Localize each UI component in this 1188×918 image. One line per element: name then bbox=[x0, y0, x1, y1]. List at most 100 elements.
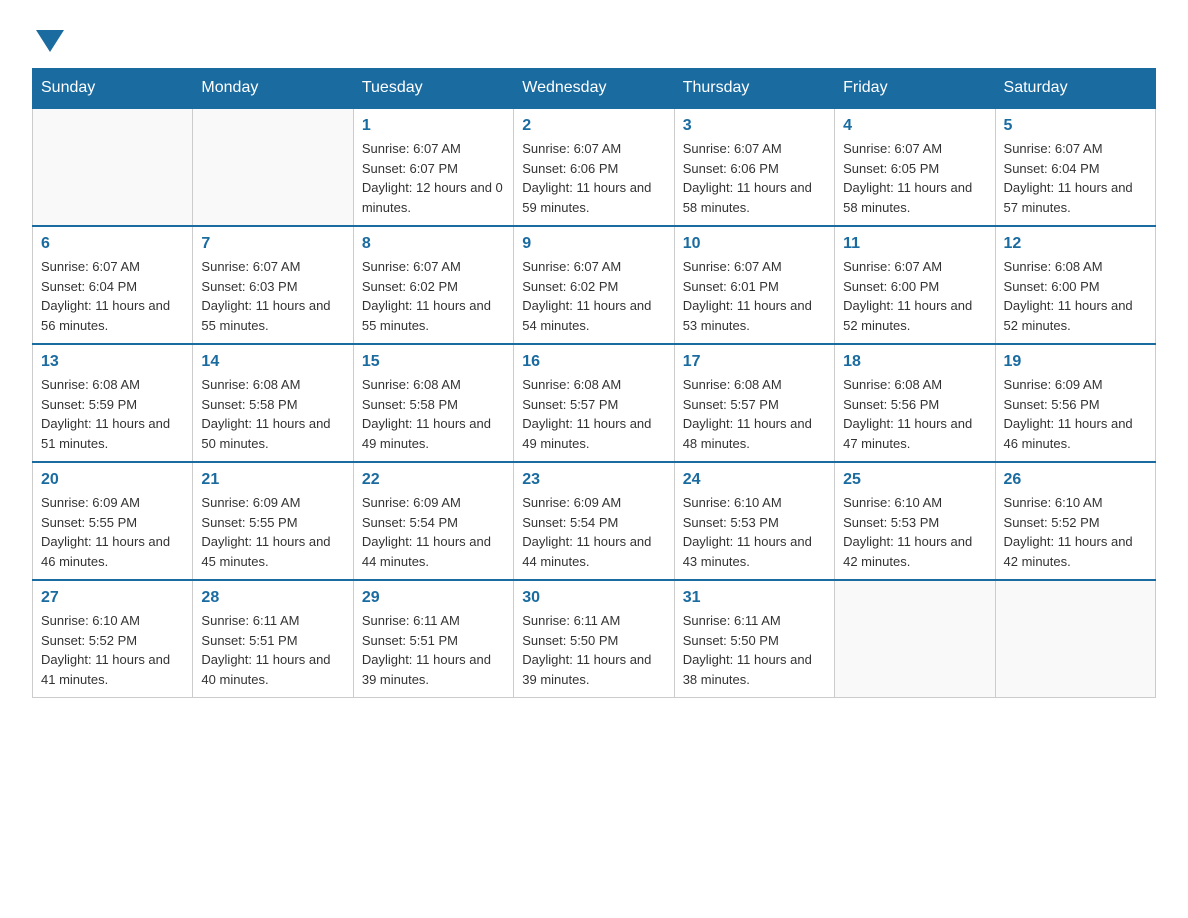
calendar-cell: 22 Sunrise: 6:09 AMSunset: 5:54 PMDayligh… bbox=[353, 462, 513, 580]
day-info: Sunrise: 6:08 AMSunset: 5:58 PMDaylight:… bbox=[201, 375, 344, 453]
day-number: 8 bbox=[362, 235, 505, 253]
day-number: 24 bbox=[683, 471, 826, 489]
calendar-cell bbox=[193, 108, 353, 226]
day-info: Sunrise: 6:07 AMSunset: 6:03 PMDaylight:… bbox=[201, 257, 344, 335]
day-info: Sunrise: 6:09 AMSunset: 5:54 PMDaylight:… bbox=[362, 493, 505, 571]
day-number: 21 bbox=[201, 471, 344, 489]
day-info: Sunrise: 6:10 AMSunset: 5:53 PMDaylight:… bbox=[683, 493, 826, 571]
day-info: Sunrise: 6:08 AMSunset: 5:58 PMDaylight:… bbox=[362, 375, 505, 453]
day-number: 28 bbox=[201, 589, 344, 607]
day-number: 22 bbox=[362, 471, 505, 489]
day-number: 31 bbox=[683, 589, 826, 607]
day-info: Sunrise: 6:11 AMSunset: 5:50 PMDaylight:… bbox=[522, 611, 665, 689]
day-number: 30 bbox=[522, 589, 665, 607]
day-number: 15 bbox=[362, 353, 505, 371]
calendar-day-header: Sunday bbox=[33, 69, 193, 109]
day-info: Sunrise: 6:08 AMSunset: 5:56 PMDaylight:… bbox=[843, 375, 986, 453]
day-info: Sunrise: 6:08 AMSunset: 6:00 PMDaylight:… bbox=[1004, 257, 1147, 335]
day-number: 19 bbox=[1004, 353, 1147, 371]
calendar-cell: 17 Sunrise: 6:08 AMSunset: 5:57 PMDayligh… bbox=[674, 344, 834, 462]
calendar-cell: 13 Sunrise: 6:08 AMSunset: 5:59 PMDayligh… bbox=[33, 344, 193, 462]
day-number: 26 bbox=[1004, 471, 1147, 489]
day-info: Sunrise: 6:09 AMSunset: 5:55 PMDaylight:… bbox=[41, 493, 184, 571]
calendar-cell bbox=[995, 580, 1155, 698]
week-row: 27 Sunrise: 6:10 AMSunset: 5:52 PMDayligh… bbox=[33, 580, 1156, 698]
day-number: 11 bbox=[843, 235, 986, 253]
calendar-cell: 19 Sunrise: 6:09 AMSunset: 5:56 PMDayligh… bbox=[995, 344, 1155, 462]
calendar-cell: 29 Sunrise: 6:11 AMSunset: 5:51 PMDayligh… bbox=[353, 580, 513, 698]
day-info: Sunrise: 6:07 AMSunset: 6:06 PMDaylight:… bbox=[522, 139, 665, 217]
day-info: Sunrise: 6:07 AMSunset: 6:02 PMDaylight:… bbox=[362, 257, 505, 335]
logo-arrow-icon bbox=[36, 30, 64, 52]
day-number: 2 bbox=[522, 117, 665, 135]
calendar-cell: 12 Sunrise: 6:08 AMSunset: 6:00 PMDayligh… bbox=[995, 226, 1155, 344]
day-info: Sunrise: 6:10 AMSunset: 5:52 PMDaylight:… bbox=[1004, 493, 1147, 571]
calendar-cell bbox=[835, 580, 995, 698]
calendar-cell: 3 Sunrise: 6:07 AMSunset: 6:06 PMDaylight… bbox=[674, 108, 834, 226]
day-info: Sunrise: 6:07 AMSunset: 6:05 PMDaylight:… bbox=[843, 139, 986, 217]
calendar-cell: 27 Sunrise: 6:10 AMSunset: 5:52 PMDayligh… bbox=[33, 580, 193, 698]
calendar-cell: 18 Sunrise: 6:08 AMSunset: 5:56 PMDayligh… bbox=[835, 344, 995, 462]
day-number: 25 bbox=[843, 471, 986, 489]
calendar-cell: 6Sunrise: 6:07 AMSunset: 6:04 PMDaylight… bbox=[33, 226, 193, 344]
day-number: 12 bbox=[1004, 235, 1147, 253]
day-info: Sunrise: 6:08 AMSunset: 5:57 PMDaylight:… bbox=[683, 375, 826, 453]
calendar-cell: 1 Sunrise: 6:07 AMSunset: 6:07 PMDaylight… bbox=[353, 108, 513, 226]
calendar-cell: 4 Sunrise: 6:07 AMSunset: 6:05 PMDaylight… bbox=[835, 108, 995, 226]
day-number: 18 bbox=[843, 353, 986, 371]
calendar-day-header: Thursday bbox=[674, 69, 834, 109]
day-number: 29 bbox=[362, 589, 505, 607]
day-info: Sunrise: 6:07 AMSunset: 6:04 PMDaylight:… bbox=[1004, 139, 1147, 217]
day-number: 9 bbox=[522, 235, 665, 253]
calendar-cell: 11 Sunrise: 6:07 AMSunset: 6:00 PMDayligh… bbox=[835, 226, 995, 344]
calendar-header-row: SundayMondayTuesdayWednesdayThursdayFrid… bbox=[33, 69, 1156, 109]
day-number: 7 bbox=[201, 235, 344, 253]
week-row: 13 Sunrise: 6:08 AMSunset: 5:59 PMDayligh… bbox=[33, 344, 1156, 462]
calendar-cell: 7 Sunrise: 6:07 AMSunset: 6:03 PMDaylight… bbox=[193, 226, 353, 344]
logo bbox=[32, 24, 64, 52]
day-info: Sunrise: 6:11 AMSunset: 5:51 PMDaylight:… bbox=[201, 611, 344, 689]
day-number: 3 bbox=[683, 117, 826, 135]
day-number: 13 bbox=[41, 353, 184, 371]
day-number: 14 bbox=[201, 353, 344, 371]
calendar-cell: 15 Sunrise: 6:08 AMSunset: 5:58 PMDayligh… bbox=[353, 344, 513, 462]
day-info: Sunrise: 6:11 AMSunset: 5:51 PMDaylight:… bbox=[362, 611, 505, 689]
calendar-cell: 24 Sunrise: 6:10 AMSunset: 5:53 PMDayligh… bbox=[674, 462, 834, 580]
week-row: 1 Sunrise: 6:07 AMSunset: 6:07 PMDaylight… bbox=[33, 108, 1156, 226]
calendar-cell: 2 Sunrise: 6:07 AMSunset: 6:06 PMDaylight… bbox=[514, 108, 674, 226]
calendar-day-header: Tuesday bbox=[353, 69, 513, 109]
day-info: Sunrise: 6:10 AMSunset: 5:52 PMDaylight:… bbox=[41, 611, 184, 689]
day-info: Sunrise: 6:11 AMSunset: 5:50 PMDaylight:… bbox=[683, 611, 826, 689]
week-row: 20 Sunrise: 6:09 AMSunset: 5:55 PMDayligh… bbox=[33, 462, 1156, 580]
calendar-cell: 25Sunrise: 6:10 AMSunset: 5:53 PMDayligh… bbox=[835, 462, 995, 580]
calendar-cell: 14 Sunrise: 6:08 AMSunset: 5:58 PMDayligh… bbox=[193, 344, 353, 462]
calendar-cell: 9 Sunrise: 6:07 AMSunset: 6:02 PMDaylight… bbox=[514, 226, 674, 344]
day-info: Sunrise: 6:07 AMSunset: 6:07 PMDaylight:… bbox=[362, 139, 505, 217]
day-info: Sunrise: 6:07 AMSunset: 6:02 PMDaylight:… bbox=[522, 257, 665, 335]
calendar-cell: 21 Sunrise: 6:09 AMSunset: 5:55 PMDayligh… bbox=[193, 462, 353, 580]
day-number: 17 bbox=[683, 353, 826, 371]
day-info: Sunrise: 6:07 AMSunset: 6:01 PMDaylight:… bbox=[683, 257, 826, 335]
day-info: Sunrise: 6:08 AMSunset: 5:59 PMDaylight:… bbox=[41, 375, 184, 453]
day-number: 23 bbox=[522, 471, 665, 489]
week-row: 6Sunrise: 6:07 AMSunset: 6:04 PMDaylight… bbox=[33, 226, 1156, 344]
calendar-cell: 16Sunrise: 6:08 AMSunset: 5:57 PMDayligh… bbox=[514, 344, 674, 462]
day-info: Sunrise: 6:09 AMSunset: 5:55 PMDaylight:… bbox=[201, 493, 344, 571]
calendar-day-header: Friday bbox=[835, 69, 995, 109]
calendar-cell: 30 Sunrise: 6:11 AMSunset: 5:50 PMDayligh… bbox=[514, 580, 674, 698]
calendar-cell bbox=[33, 108, 193, 226]
day-number: 20 bbox=[41, 471, 184, 489]
calendar-cell: 10Sunrise: 6:07 AMSunset: 6:01 PMDayligh… bbox=[674, 226, 834, 344]
day-info: Sunrise: 6:09 AMSunset: 5:56 PMDaylight:… bbox=[1004, 375, 1147, 453]
day-number: 4 bbox=[843, 117, 986, 135]
calendar-day-header: Monday bbox=[193, 69, 353, 109]
day-info: Sunrise: 6:07 AMSunset: 6:00 PMDaylight:… bbox=[843, 257, 986, 335]
day-info: Sunrise: 6:07 AMSunset: 6:06 PMDaylight:… bbox=[683, 139, 826, 217]
day-number: 16 bbox=[522, 353, 665, 371]
day-number: 1 bbox=[362, 117, 505, 135]
day-number: 27 bbox=[41, 589, 184, 607]
calendar-cell: 28 Sunrise: 6:11 AMSunset: 5:51 PMDayligh… bbox=[193, 580, 353, 698]
calendar-day-header: Saturday bbox=[995, 69, 1155, 109]
page-header bbox=[32, 24, 1156, 52]
calendar-cell: 8 Sunrise: 6:07 AMSunset: 6:02 PMDaylight… bbox=[353, 226, 513, 344]
